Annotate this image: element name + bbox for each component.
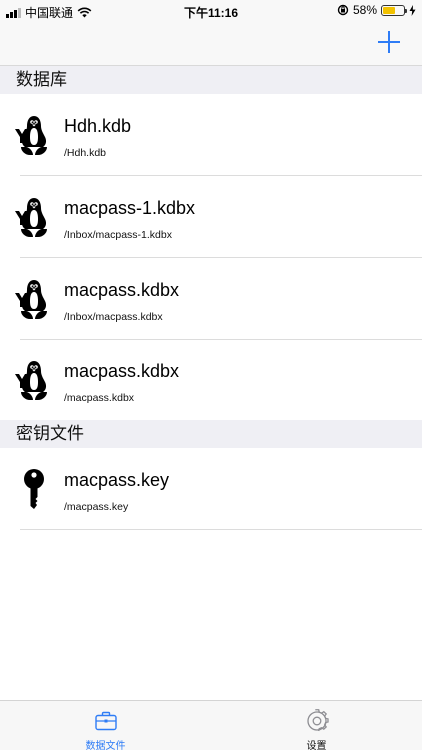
status-right: 58%: [337, 3, 416, 17]
file-path: /Inbox/macpass-1.kdbx: [64, 229, 172, 241]
tab-settings[interactable]: 设置: [211, 701, 422, 752]
tab-data-files[interactable]: 数据文件: [0, 701, 211, 752]
file-path: /Inbox/macpass.kdbx: [64, 311, 163, 323]
file-name: macpass.kdbx: [64, 280, 180, 300]
keepass-penguin-icon: [15, 116, 47, 155]
file-name: macpass.key: [64, 470, 170, 490]
add-button[interactable]: [376, 29, 402, 55]
battery-icon: [381, 4, 407, 16]
briefcase-icon: [94, 711, 117, 731]
file-name: macpass.kdbx: [64, 361, 180, 381]
status-bar: 中国联通 下午11:16 58%: [0, 0, 422, 22]
gear-icon: [306, 709, 329, 732]
section-header-databases: 数据库: [0, 66, 422, 94]
file-name: Hdh.kdb: [64, 116, 132, 136]
file-path: /macpass.kdbx: [64, 392, 135, 404]
file-path: /macpass.key: [64, 501, 129, 513]
keepass-penguin-icon: [15, 361, 47, 400]
tab-bar: 数据文件 设置: [0, 700, 422, 752]
navigation-bar: [0, 22, 422, 66]
file-name: macpass-1.kdbx: [64, 198, 196, 218]
file-path: /Hdh.kdb: [64, 147, 107, 159]
charging-bolt-icon: [409, 4, 416, 16]
rotation-lock-icon: [337, 4, 349, 16]
row-separator: [20, 529, 422, 530]
list-item[interactable]: macpass.kdbx /Inbox/macpass.kdbx: [0, 258, 422, 340]
battery-percent: 58%: [352, 3, 377, 17]
list-item[interactable]: macpass.key /macpass.key: [0, 448, 422, 530]
keepass-penguin-icon: [15, 198, 47, 237]
keepass-penguin-icon: [15, 280, 47, 319]
list-item[interactable]: macpass.kdbx /macpass.kdbx: [0, 339, 422, 421]
list-item[interactable]: Hdh.kdb /Hdh.kdb: [0, 94, 422, 176]
list-item[interactable]: macpass-1.kdbx /Inbox/macpass-1.kdbx: [0, 176, 422, 258]
key-icon: [24, 469, 44, 509]
section-header-key-files: 密钥文件: [0, 420, 422, 448]
